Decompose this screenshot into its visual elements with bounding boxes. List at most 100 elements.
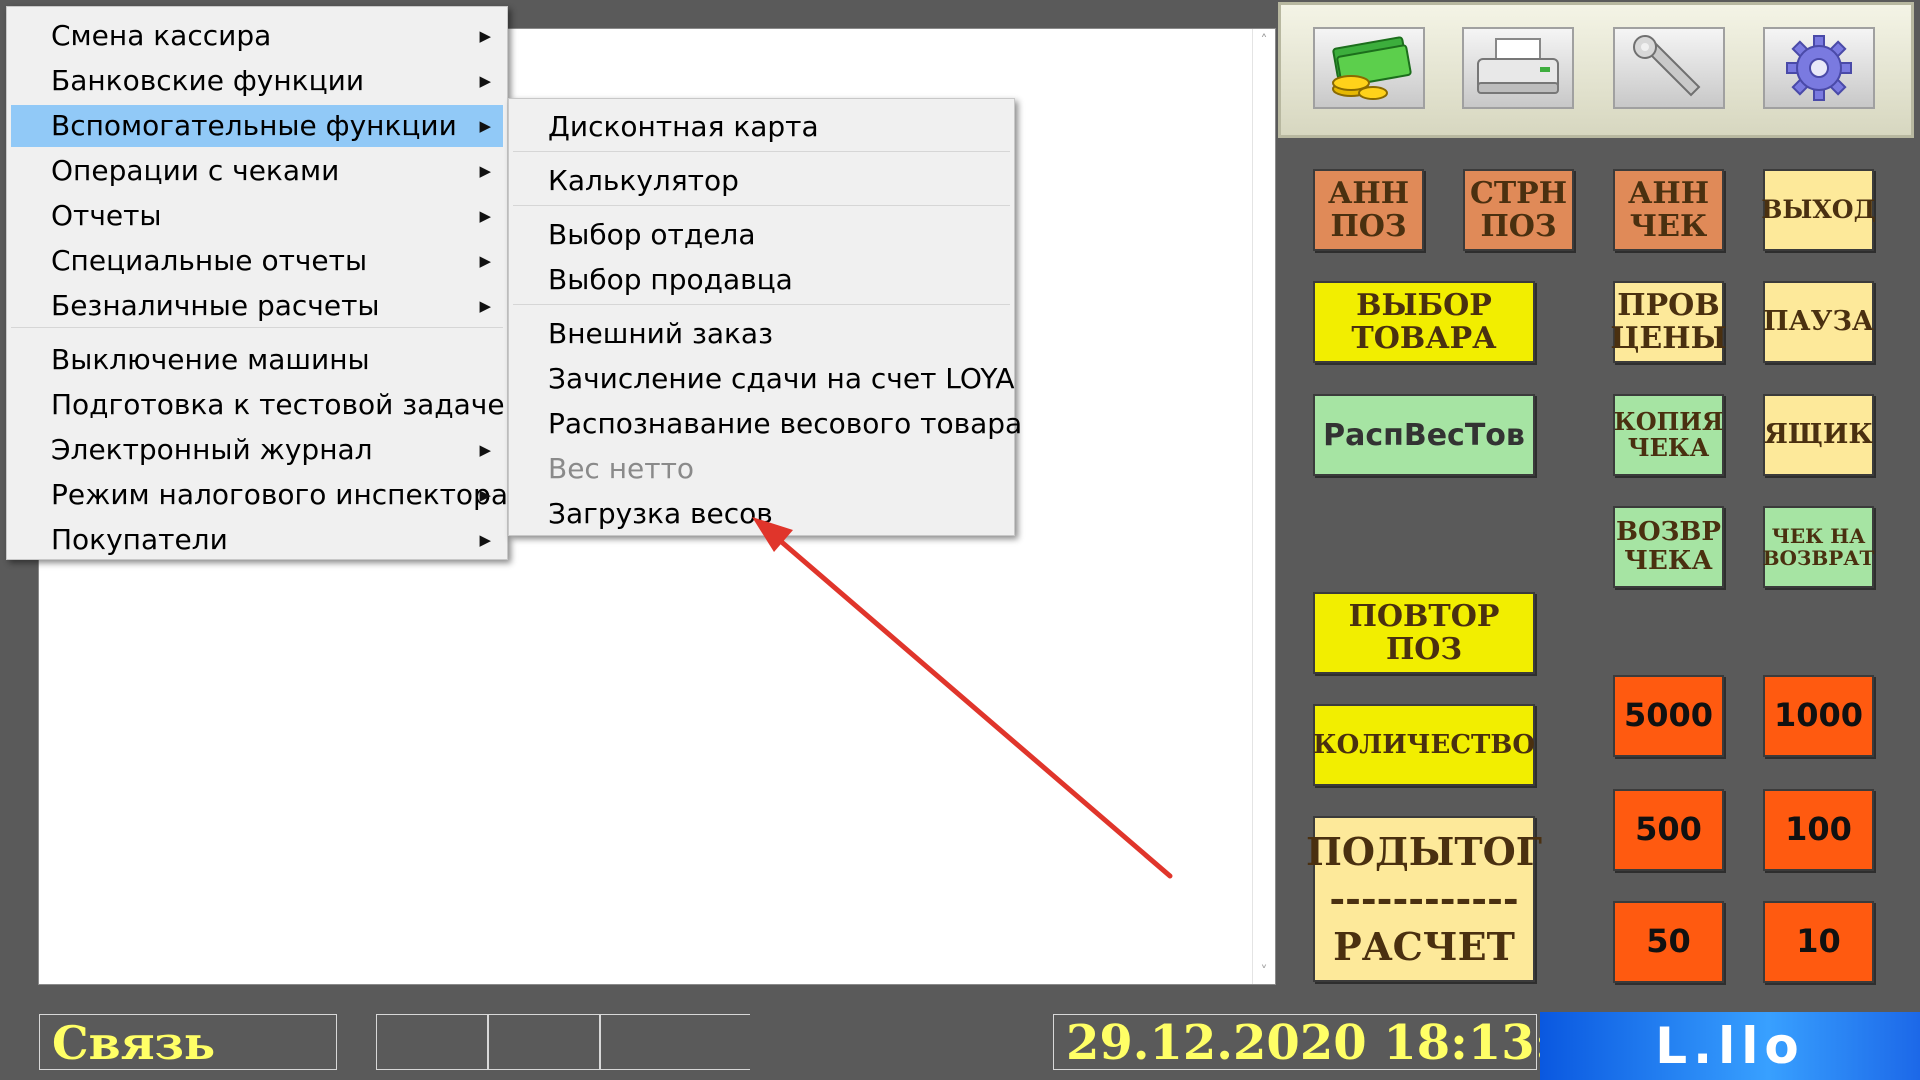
menu-separator (11, 327, 503, 328)
menu-item-auxiliary-functions[interactable]: Вспомогательные функции ▶ (11, 105, 503, 147)
denomination-100-button[interactable]: 100 (1763, 789, 1874, 871)
denomination-10-button[interactable]: 10 (1763, 901, 1874, 983)
submenu-arrow-icon: ▶ (479, 27, 491, 45)
menu-item-label: Вспомогательные функции (51, 109, 457, 142)
money-button[interactable] (1313, 27, 1425, 109)
datetime-display: 29.12.2020 18:13:29 (1053, 1014, 1620, 1071)
connection-status-label: Связь (52, 1016, 216, 1070)
menu-item-label: Режим налогового инспектора (51, 478, 508, 511)
menu-item-label: Загрузка весов (548, 497, 773, 530)
tools-button[interactable] (1613, 27, 1725, 109)
gear-icon (1786, 35, 1852, 101)
money-icon (1332, 36, 1412, 100)
denomination-1000-button[interactable]: 1000 (1763, 675, 1874, 757)
menu-item-label: Отчеты (51, 199, 162, 232)
vertical-scrollbar[interactable]: ˄ ˅ (1252, 29, 1275, 984)
submenu-arrow-icon: ▶ (479, 297, 491, 315)
cancel-check-button[interactable]: АНН ЧЕК (1613, 169, 1724, 251)
wrench-icon (1633, 35, 1701, 97)
menu-item-label: Зачисление сдачи на счет LOYA (548, 362, 1015, 395)
denomination-500-button[interactable]: 500 (1613, 789, 1724, 871)
submenu-arrow-icon: ▶ (479, 162, 491, 180)
menu-item-label: Выбор отдела (548, 218, 756, 251)
menu-item-customers[interactable]: Покупатели ▶ (11, 519, 503, 561)
main-menu: Смена кассира ▶ Банковские функции ▶ Всп… (6, 6, 508, 560)
status-cell (600, 1014, 750, 1070)
settings-button[interactable] (1763, 27, 1875, 109)
scroll-up-icon[interactable]: ˄ (1253, 33, 1275, 49)
menu-item-bank-functions[interactable]: Банковские функции ▶ (11, 60, 503, 102)
denomination-5000-button[interactable]: 5000 (1613, 675, 1724, 757)
menu-item-electronic-journal[interactable]: Электронный журнал ▶ (11, 429, 503, 471)
denomination-50-button[interactable]: 50 (1613, 901, 1724, 983)
cash-drawer-button[interactable]: ЯЩИК (1763, 394, 1874, 476)
cancel-position-button[interactable]: АНН ПОЗ (1313, 169, 1424, 251)
exit-button[interactable]: ВЫХОД (1761, 169, 1876, 251)
menu-separator (513, 304, 1010, 305)
auxiliary-submenu: Дисконтная карта Калькулятор Выбор отдел… (508, 98, 1022, 536)
menu-item-tax-inspector-mode[interactable]: Режим налогового инспектора ▶ (11, 474, 508, 516)
menu-item-label: Калькулятор (548, 164, 739, 197)
check-price-button[interactable]: ПРОВ ЦЕНЫ (1610, 281, 1727, 363)
subtotal-payment-button[interactable]: ПОДЫТОГ ------------ РАСЧЕТ (1306, 816, 1542, 982)
submenu-arrow-icon: ▶ (479, 486, 491, 504)
menu-item-label: Смена кассира (51, 19, 272, 52)
status-cell (376, 1014, 488, 1070)
submenu-arrow-icon: ▶ (479, 441, 491, 459)
submenu-item-load-scales[interactable]: Загрузка весов (513, 493, 1010, 535)
submenu-item-external-order[interactable]: Внешний заказ (513, 313, 1010, 355)
submenu-arrow-icon: ▶ (479, 117, 491, 135)
select-goods-button[interactable]: ВЫБОР ТОВАРА (1313, 281, 1535, 363)
pause-button[interactable]: ПАУЗА (1763, 281, 1874, 363)
menu-item-label: Покупатели (51, 523, 228, 556)
printer-button[interactable] (1462, 27, 1574, 109)
menu-item-label: Специальные отчеты (51, 244, 368, 277)
menu-item-check-operations[interactable]: Операции с чеками ▶ (11, 150, 503, 192)
return-check-button[interactable]: ВОЗВР ЧЕКА (1613, 506, 1724, 588)
datetime-label: 29.12.2020 18:13:29 (1066, 1015, 1620, 1071)
copy-check-button[interactable]: КОПИЯ ЧЕКА (1613, 394, 1724, 476)
menu-item-special-reports[interactable]: Специальные отчеты ▶ (11, 240, 503, 282)
scroll-down-icon[interactable]: ˅ (1253, 964, 1275, 980)
menu-item-reports[interactable]: Отчеты ▶ (11, 195, 503, 237)
submenu-item-calculator[interactable]: Калькулятор (513, 160, 1010, 202)
logo-text: L.llo (1655, 1017, 1805, 1075)
menu-item-label: Выбор продавца (548, 263, 793, 296)
quantity-button[interactable]: КОЛИЧЕСТВО (1313, 704, 1535, 786)
reverse-position-button[interactable]: СТРН ПОЗ (1463, 169, 1574, 251)
menu-item-cashless-payments[interactable]: Безналичные расчеты ▶ (11, 285, 503, 327)
submenu-item-weight-recognition[interactable]: Распознавание весового товара (513, 403, 1022, 445)
menu-item-label: Безналичные расчеты (51, 289, 380, 322)
menu-item-label: Выключение машины (51, 343, 370, 376)
menu-item-label: Подготовка к тестовой задаче (51, 388, 505, 421)
menu-item-label: Электронный журнал (51, 433, 373, 466)
submenu-arrow-icon: ▶ (479, 207, 491, 225)
menu-item-label: Вес нетто (548, 452, 695, 485)
submenu-item-select-seller[interactable]: Выбор продавца (513, 259, 1010, 301)
menu-separator (513, 151, 1010, 152)
brand-logo: L.llo (1540, 1012, 1920, 1080)
printer-icon (1477, 38, 1559, 94)
toolbar (1278, 2, 1914, 138)
menu-item-label: Внешний заказ (548, 317, 773, 350)
menu-item-cashier-change[interactable]: Смена кассира ▶ (11, 15, 503, 57)
menu-item-test-task-prep[interactable]: Подготовка к тестовой задаче (11, 384, 505, 426)
status-cell (488, 1014, 600, 1070)
menu-item-label: Операции с чеками (51, 154, 340, 187)
return-receipt-button[interactable]: ЧЕК НА ВОЗВРАТ (1763, 506, 1874, 588)
menu-item-label: Банковские функции (51, 64, 365, 97)
weight-goods-recognition-button[interactable]: РаспВесТов (1313, 394, 1535, 476)
submenu-arrow-icon: ▶ (479, 531, 491, 549)
menu-item-label: Распознавание весового товара (548, 407, 1023, 440)
menu-separator (513, 205, 1010, 206)
connection-status: Связь (39, 1014, 337, 1070)
menu-item-shutdown[interactable]: Выключение машины (11, 339, 503, 381)
submenu-item-select-department[interactable]: Выбор отдела (513, 214, 1010, 256)
submenu-arrow-icon: ▶ (479, 72, 491, 90)
repeat-position-button[interactable]: ПОВТОР ПОЗ (1313, 592, 1535, 674)
submenu-item-change-to-loya[interactable]: Зачисление сдачи на счет LOYA (513, 358, 1014, 400)
submenu-item-discount-card[interactable]: Дисконтная карта (513, 106, 1010, 148)
submenu-arrow-icon: ▶ (479, 252, 491, 270)
menu-item-label: Дисконтная карта (548, 110, 819, 143)
submenu-item-net-weight: Вес нетто (513, 448, 1010, 490)
